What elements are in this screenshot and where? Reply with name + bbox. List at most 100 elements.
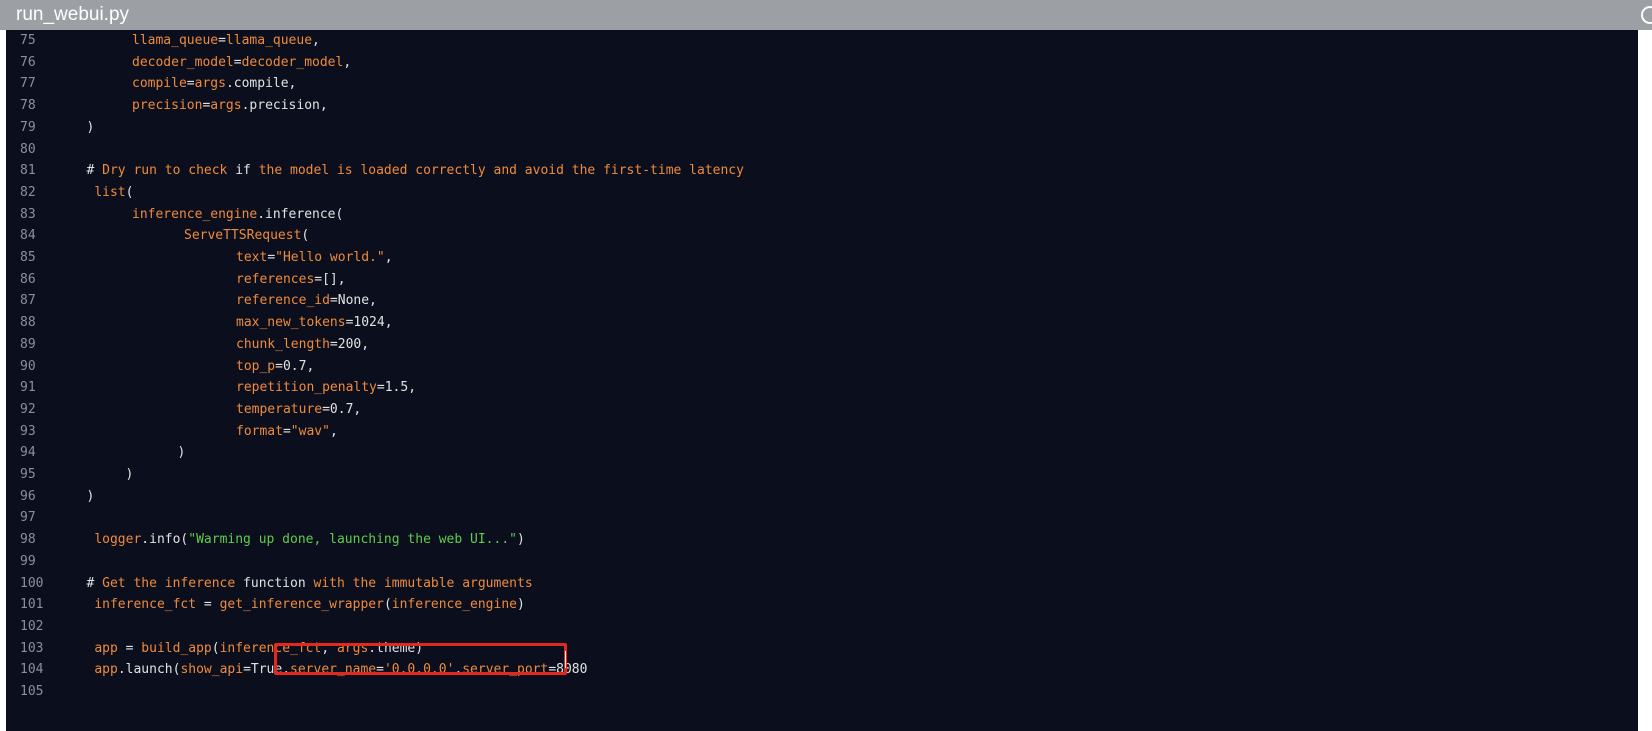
- code-line: 103 app = build_app(inference_fct, args.…: [6, 638, 1636, 660]
- line-code: references=[],: [236, 269, 346, 291]
- code-editor[interactable]: 75 llama_queue=llama_queue, 76 decoder_mode…: [6, 30, 1652, 731]
- code-token: =200,: [329, 336, 370, 352]
- code-line: 105: [6, 681, 1636, 703]
- code-viewer-window: run_webui.py 75 llama_queue=llama_queue, 7…: [0, 0, 1652, 731]
- code-token: text: [236, 250, 268, 265]
- line-code: ): [178, 442, 186, 464]
- server-args-highlight-box: [274, 643, 567, 675]
- code-token: decoder_model: [132, 54, 234, 70]
- line-number: 84: [20, 228, 36, 244]
- code-token: reference_id: [236, 293, 330, 309]
- line-number: 89: [20, 336, 36, 352]
- code-token: =[],: [314, 271, 346, 287]
- line-code: ): [126, 464, 134, 486]
- code-line: 93 format="wav",: [6, 421, 1636, 443]
- code-token: "Hello world.": [275, 250, 385, 265]
- line-number: 78: [20, 98, 36, 114]
- code-line: 92 temperature=0.7,: [6, 399, 1636, 421]
- code-token: compile: [132, 76, 187, 92]
- code-token: ,: [384, 250, 393, 265]
- code-line: 79): [6, 117, 1636, 139]
- line-number: 82: [20, 184, 36, 200]
- code-token: build_app: [141, 640, 212, 656]
- line-code: compile=args.compile,: [132, 73, 296, 95]
- code-token: with the immutable arguments: [313, 575, 533, 591]
- code-token: args: [194, 76, 226, 92]
- line-number: 102: [20, 618, 44, 634]
- line-code: decoder_model=decoder_model,: [132, 52, 351, 74]
- code-token: (: [383, 597, 392, 613]
- line-code: text="Hello world.",: [236, 247, 393, 269]
- code-token: ,: [329, 423, 338, 439]
- code-line: 86 references=[],: [6, 269, 1636, 291]
- line-code: llama_queue=llama_queue,: [132, 30, 320, 52]
- line-number: 95: [20, 467, 36, 482]
- code-token: ,: [312, 33, 320, 48]
- line-number: 83: [20, 206, 36, 222]
- code-line: 85 text="Hello world.",: [6, 247, 1636, 269]
- code-token: inference_engine: [132, 206, 258, 222]
- code-token: Get the inference: [102, 575, 244, 591]
- code-token: ): [517, 532, 525, 548]
- code-line: 84 ServeTTSRequest(: [6, 225, 1636, 247]
- line-number: 92: [20, 401, 36, 417]
- line-number: 80: [20, 141, 36, 157]
- code-token: format: [236, 423, 283, 439]
- code-token: =0.7,: [322, 401, 362, 417]
- code-token: decoder_model: [241, 54, 344, 70]
- code-line: 90 top_p=0.7,: [6, 356, 1636, 378]
- code-token: function: [243, 575, 314, 591]
- info-icon[interactable]: [1641, 6, 1652, 24]
- code-line: 94): [6, 442, 1636, 464]
- text-cursor: [565, 651, 566, 668]
- line-code: # Get the inference function with the im…: [87, 573, 533, 595]
- code-token: (: [301, 228, 310, 244]
- code-token: (: [125, 184, 134, 200]
- code-token: top_p: [236, 358, 276, 374]
- code-line: 80: [6, 139, 1636, 161]
- title-bar: run_webui.py: [0, 0, 1652, 30]
- code-line: 88 max_new_tokens=1024,: [6, 312, 1636, 334]
- code-token: if: [235, 163, 259, 179]
- code-line: 95): [6, 464, 1636, 486]
- line-code: inference_engine.inference(: [132, 204, 343, 226]
- code-token: ): [125, 467, 134, 482]
- code-token: =: [282, 423, 291, 439]
- line-code: logger.info("Warming up done, launching …: [87, 529, 525, 551]
- line-number: 98: [20, 532, 36, 548]
- line-code: precision=args.precision,: [132, 95, 328, 117]
- code-line: 81 # Dry run to check if the model is loa…: [6, 160, 1636, 182]
- line-number: 88: [20, 315, 36, 331]
- code-token: inference_fct: [86, 597, 197, 613]
- code-token: chunk_length: [236, 336, 330, 352]
- code-line: 89 chunk_length=200,: [6, 334, 1636, 356]
- code-token: =: [218, 33, 226, 48]
- code-token: ,: [343, 54, 352, 70]
- code-line: 100 # Get the inference function with the…: [6, 573, 1636, 595]
- line-number: 76: [20, 54, 36, 70]
- code-token: ): [86, 488, 95, 504]
- line-number: 90: [20, 358, 36, 374]
- code-token: .inference(: [257, 206, 344, 222]
- code-token: the model is loaded correctly and avoid …: [258, 163, 744, 179]
- code-token: ): [86, 119, 95, 135]
- line-number: 100: [20, 575, 44, 591]
- line-code: top_p=0.7,: [236, 356, 314, 378]
- code-token: =: [233, 54, 242, 70]
- code-token: .precision,: [241, 98, 328, 114]
- code-token: ): [517, 597, 525, 613]
- code-token: =0.7,: [275, 358, 315, 374]
- code-line: 82 list(: [6, 182, 1636, 204]
- code-token: app: [86, 662, 118, 678]
- code-token: (: [211, 640, 220, 656]
- code-token: llama_queue: [225, 33, 313, 48]
- code-token: =: [267, 250, 276, 265]
- line-code: reference_id=None,: [236, 290, 377, 312]
- code-token: ): [177, 445, 186, 461]
- line-number: 105: [20, 684, 44, 699]
- line-code: # Dry run to check if the model is loade…: [87, 160, 744, 182]
- code-token: app: [86, 640, 118, 656]
- line-number: 99: [20, 553, 36, 569]
- line-number: 77: [20, 76, 36, 92]
- line-number: 81: [20, 163, 36, 179]
